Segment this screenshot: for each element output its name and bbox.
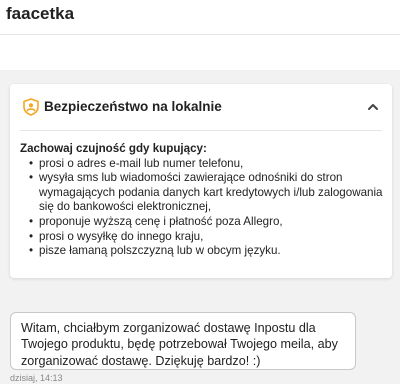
shield-person-icon: [23, 98, 39, 116]
security-card-body: Zachowaj czujność gdy kupujący: prosi o …: [20, 142, 386, 259]
card-divider: [20, 130, 382, 131]
security-intro: Zachowaj czujność gdy kupujący:: [20, 142, 207, 155]
message-bubble: Witam, chciałbym zorganizować dostawę In…: [10, 312, 356, 370]
warning-item: pisze łamaną polszczyzną lub w obcym jęz…: [20, 244, 386, 259]
security-card-header[interactable]: Bezpieczeństwo na lokalnie: [10, 84, 392, 130]
warning-item: prosi o wysyłkę do innego kraju,: [20, 230, 386, 245]
message-timestamp: dzisiaj, 14:13: [10, 373, 63, 383]
warning-list: prosi o adres e-mail lub numer telefonu,…: [20, 157, 386, 259]
warning-item: wysyła sms lub wiadomości zawierające od…: [20, 171, 386, 215]
security-info-card: Bezpieczeństwo na lokalnie Zachowaj czuj…: [10, 84, 392, 278]
warning-item: proponuje wyższą cenę i płatność poza Al…: [20, 215, 386, 230]
conversation-title: faacetka: [6, 4, 75, 23]
header-divider: [0, 34, 400, 35]
security-card-title: Bezpieczeństwo na lokalnie: [44, 99, 222, 114]
message-text: Witam, chciałbym zorganizować dostawę In…: [21, 321, 338, 368]
warning-item: prosi o adres e-mail lub numer telefonu,: [20, 157, 386, 172]
conversation-header: faacetka: [0, 0, 400, 70]
chevron-up-icon[interactable]: [366, 100, 380, 114]
